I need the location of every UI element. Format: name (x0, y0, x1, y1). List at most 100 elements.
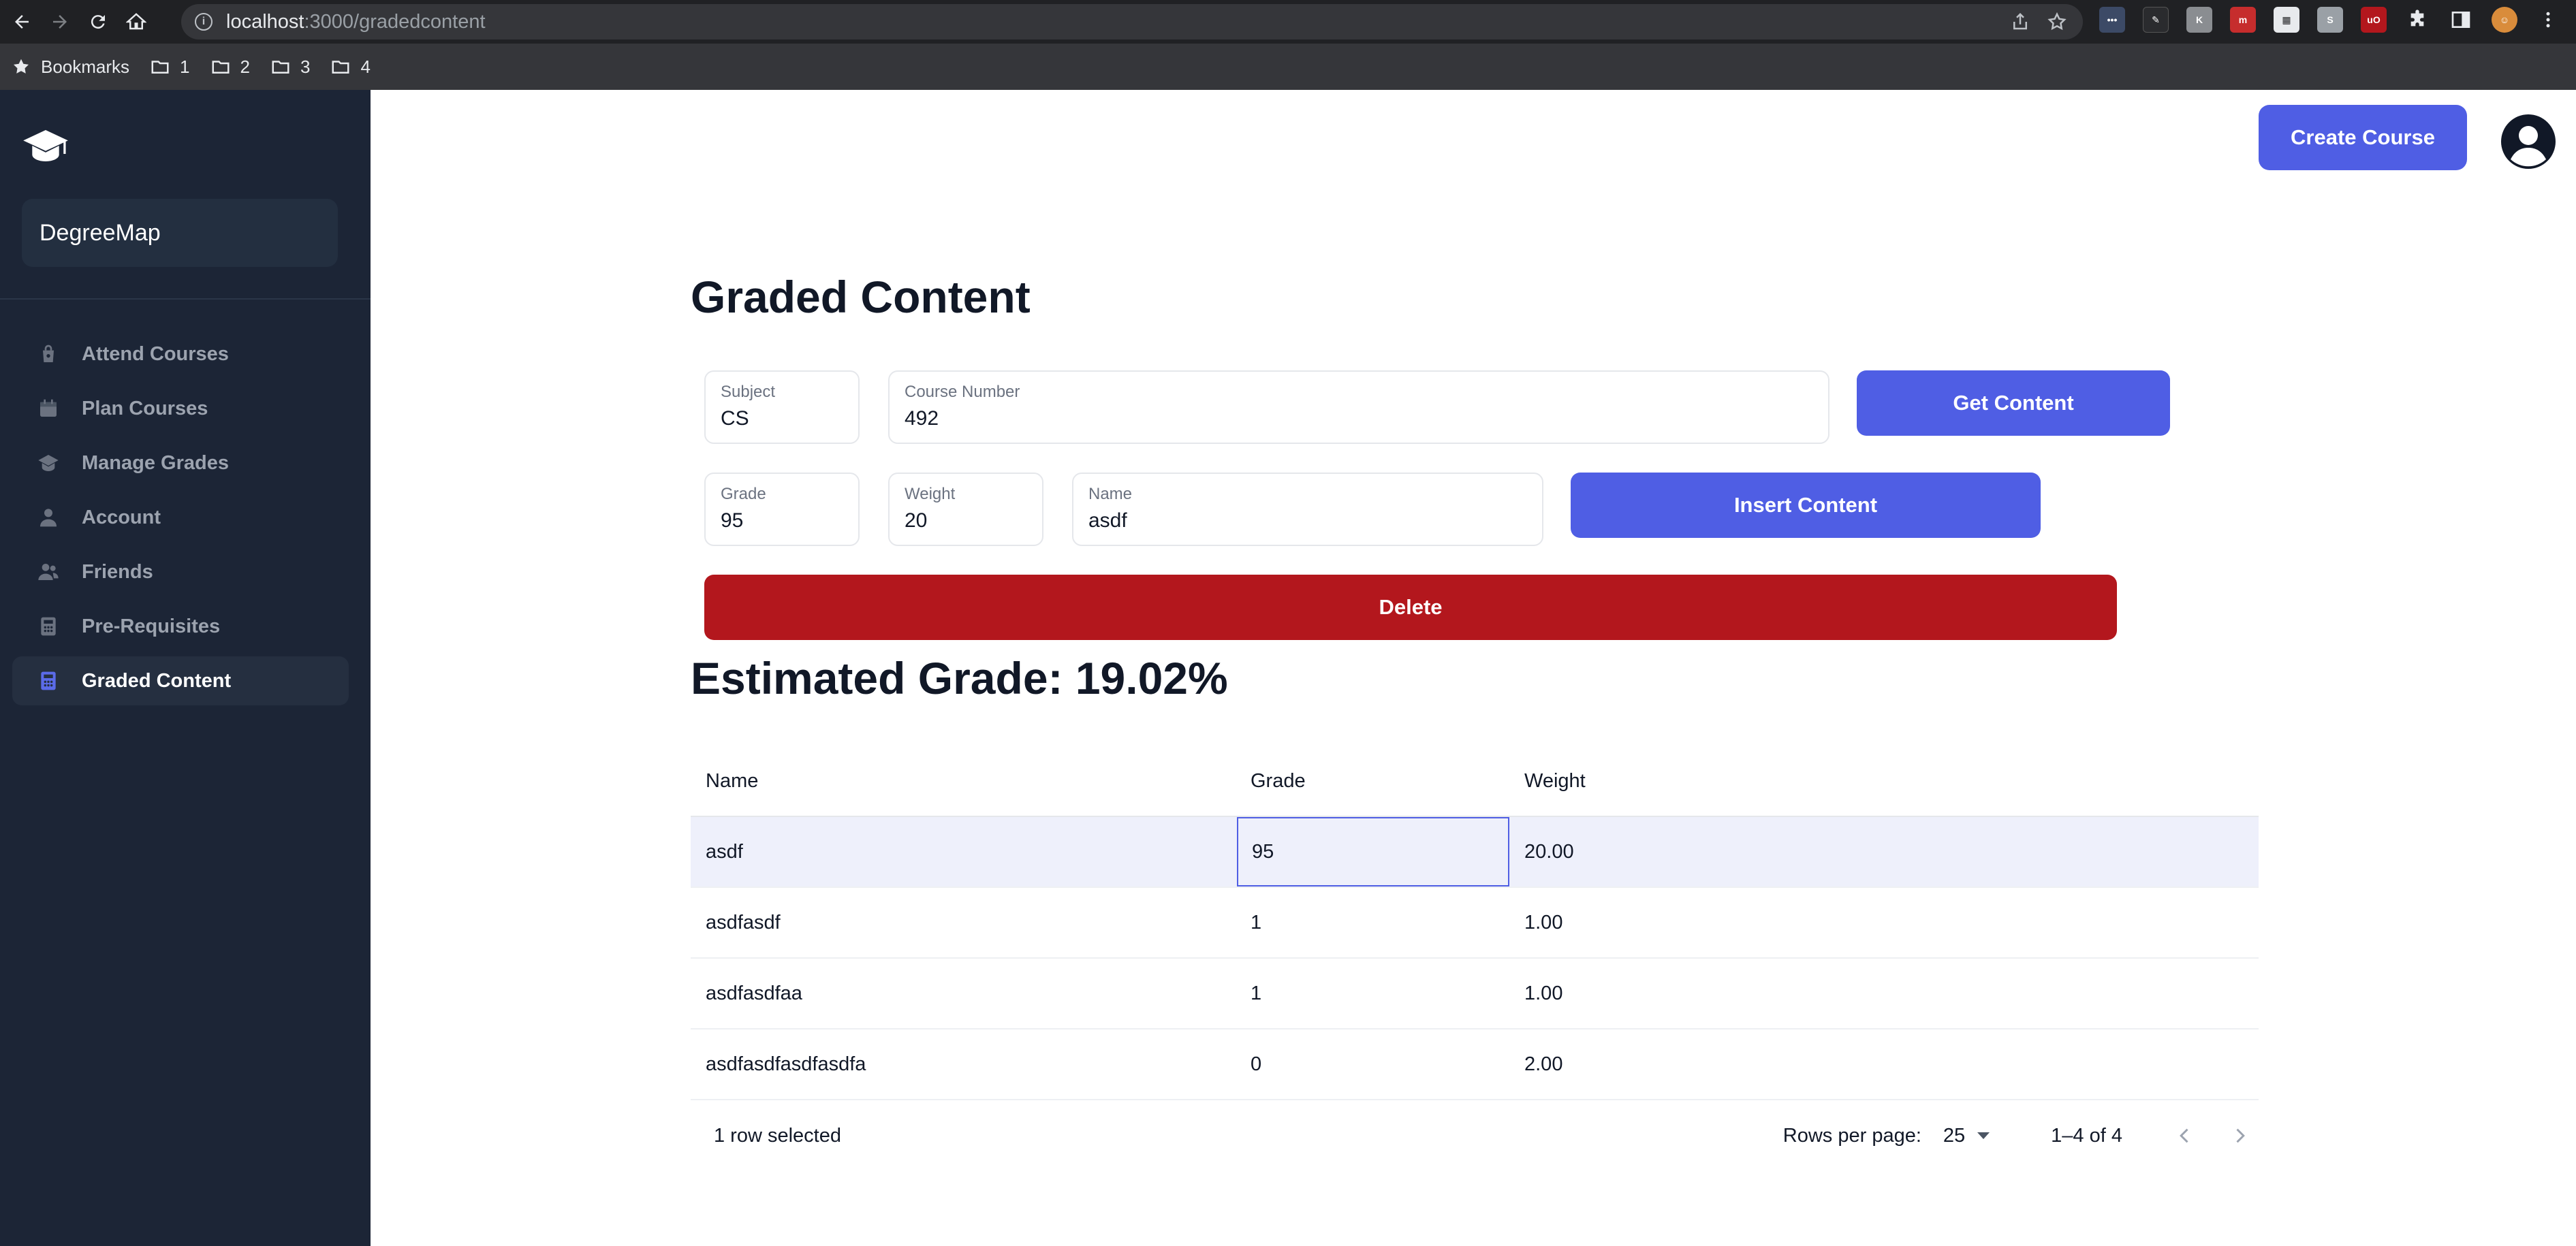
column-header-grade[interactable]: Grade (1237, 746, 1509, 816)
table-row[interactable]: asdf 95 20.00 (691, 817, 2259, 888)
cell-grade[interactable]: 1 (1237, 888, 1509, 957)
table-footer: 1 row selected Rows per page: 25 1–4 of … (691, 1102, 2259, 1170)
extension-icon[interactable]: ✎ (2143, 7, 2169, 33)
cell-weight[interactable]: 1.00 (1509, 912, 1562, 934)
extension-icon[interactable]: m (2230, 7, 2256, 33)
weight-input[interactable] (905, 509, 1027, 532)
sidebar-item-account[interactable]: Account (12, 493, 349, 542)
bookmark-folder[interactable]: 2 (210, 57, 250, 78)
users-icon (37, 560, 60, 584)
cell-name[interactable]: asdfasdfaa (691, 983, 1237, 1005)
delete-button[interactable]: Delete (704, 575, 2117, 640)
bag-icon (37, 342, 60, 366)
puzzle-icon[interactable] (2404, 7, 2430, 33)
cell-name[interactable]: asdf (691, 841, 1237, 863)
table-row[interactable]: asdfasdfaa 1 1.00 (691, 959, 2259, 1029)
extension-icon[interactable]: K (2186, 7, 2212, 33)
bookmarks-menu[interactable]: Bookmarks (11, 57, 129, 78)
home-icon[interactable] (120, 5, 153, 38)
page-title: Graded Content (691, 272, 1031, 322)
bookmark-folder[interactable]: 4 (330, 57, 371, 78)
next-page-button[interactable] (2220, 1117, 2259, 1155)
calendar-icon (37, 397, 60, 420)
weight-field[interactable]: Weight (888, 473, 1043, 546)
previous-page-button[interactable] (2166, 1117, 2204, 1155)
folder-icon (151, 61, 169, 74)
cell-grade[interactable]: 95 (1237, 817, 1509, 886)
side-panel-icon[interactable] (2448, 7, 2474, 33)
grade-field[interactable]: Grade (704, 473, 860, 546)
site-info-icon[interactable]: i (195, 13, 213, 31)
calculator-icon (37, 669, 60, 692)
divider (0, 298, 371, 300)
calculator-icon (37, 615, 60, 638)
sidebar-nav: Attend Courses Plan Courses Manage Grade… (12, 330, 349, 711)
caret-down-icon (1977, 1132, 1990, 1139)
chevron-left-icon (2180, 1128, 2188, 1143)
selection-count: 1 row selected (714, 1124, 841, 1147)
forward-icon[interactable] (44, 5, 76, 38)
sidebar-item-attend-courses[interactable]: Attend Courses (12, 330, 349, 379)
bookmark-folder[interactable]: 1 (150, 57, 190, 78)
graduation-icon (37, 451, 60, 475)
table-header: Name Grade Weight (691, 746, 2259, 817)
rows-per-page-select[interactable]: 25 (1943, 1125, 1990, 1147)
graduation-cap-icon[interactable] (22, 125, 69, 166)
cell-weight[interactable]: 20.00 (1509, 841, 1574, 863)
share-icon[interactable] (2008, 10, 2032, 34)
insert-content-button[interactable]: Insert Content (1571, 473, 2041, 538)
cell-grade[interactable]: 1 (1237, 959, 1509, 1028)
name-field[interactable]: Name (1072, 473, 1543, 546)
reload-icon[interactable] (82, 5, 114, 38)
graded-content-table: Name Grade Weight asdf 95 20.00 asdfasdf… (691, 746, 2259, 1100)
column-header-weight[interactable]: Weight (1509, 770, 1586, 793)
kebab-menu-icon[interactable] (2535, 7, 2561, 33)
cell-name[interactable]: asdfasdfasdfasdfa (691, 1053, 1237, 1076)
sidebar-item-plan-courses[interactable]: Plan Courses (12, 384, 349, 433)
create-course-button[interactable]: Create Course (2259, 105, 2467, 170)
cell-name[interactable]: asdfasdf (691, 912, 1237, 934)
cell-weight[interactable]: 1.00 (1509, 983, 1562, 1005)
sidebar-item-graded-content[interactable]: Graded Content (12, 656, 349, 705)
workspace-selector[interactable]: DegreeMap (22, 199, 338, 267)
name-input[interactable] (1088, 509, 1527, 532)
back-icon[interactable] (5, 5, 38, 38)
subject-field[interactable]: Subject (704, 370, 860, 444)
avatar[interactable] (2500, 113, 2557, 170)
folder-icon (332, 61, 349, 74)
sidebar-item-pre-requisites[interactable]: Pre-Requisites (12, 602, 349, 651)
bookmarks-bar: Bookmarks 1 2 3 4 (0, 44, 2576, 90)
course-number-input[interactable] (905, 407, 1813, 430)
extension-icon[interactable]: ▦ (2274, 7, 2299, 33)
sidebar: DegreeMap Attend Courses Plan Courses Ma… (0, 90, 371, 1246)
sidebar-item-manage-grades[interactable]: Manage Grades (12, 438, 349, 488)
folder-icon (272, 61, 289, 74)
sidebar-item-friends[interactable]: Friends (12, 547, 349, 596)
folder-icon (212, 61, 230, 74)
estimated-grade: Estimated Grade: 19.02% (691, 653, 1228, 703)
table-row[interactable]: asdfasdf 1 1.00 (691, 888, 2259, 959)
subject-input[interactable] (721, 407, 843, 430)
extension-icon[interactable]: ••• (2099, 7, 2125, 33)
address-bar[interactable]: i localhost:3000/gradedcontent (181, 4, 2083, 39)
extension-icon[interactable]: uO (2361, 7, 2387, 33)
cell-grade[interactable]: 0 (1237, 1029, 1509, 1099)
profile-icon[interactable]: ☺ (2492, 7, 2517, 33)
brand-name: DegreeMap (40, 219, 161, 246)
url-text: localhost:3000/gradedcontent (226, 10, 486, 33)
bookmark-folder[interactable]: 3 (270, 57, 310, 78)
grade-input[interactable] (721, 509, 843, 532)
chevron-right-icon (2236, 1128, 2245, 1143)
extension-icon[interactable]: S (2317, 7, 2343, 33)
user-icon (37, 506, 60, 529)
cell-weight[interactable]: 2.00 (1509, 1053, 1562, 1076)
pagination-range: 1–4 of 4 (2051, 1124, 2122, 1147)
table-row[interactable]: asdfasdfasdfasdfa 0 2.00 (691, 1029, 2259, 1100)
star-icon (14, 59, 29, 74)
get-content-button[interactable]: Get Content (1857, 370, 2170, 436)
rows-per-page-label: Rows per page: (1782, 1124, 1921, 1147)
star-icon[interactable] (2045, 10, 2069, 34)
browser-toolbar: i localhost:3000/gradedcontent ••• ✎ K m… (0, 0, 2576, 44)
column-header-name[interactable]: Name (691, 770, 1237, 793)
course-number-field[interactable]: Course Number (888, 370, 1829, 444)
